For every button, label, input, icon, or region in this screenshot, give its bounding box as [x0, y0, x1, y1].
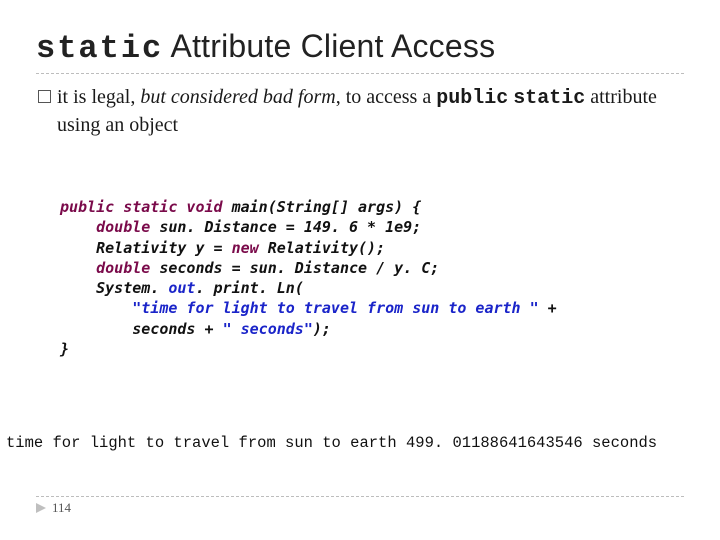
code-block: public static void main(String[] args) {…	[60, 197, 684, 359]
code-l7-b: );	[313, 320, 331, 338]
code-l2-kw: double	[60, 218, 159, 236]
slide-title: static Attribute Client Access	[36, 28, 684, 67]
title-keyword: static	[36, 30, 163, 67]
slide: static Attribute Client Access it is leg…	[0, 0, 720, 540]
square-bullet-icon	[38, 90, 51, 103]
bullet-frag-italic: but considered bad form	[140, 86, 335, 108]
code-l3-kw: new	[232, 239, 268, 257]
code-l6-str: "time for light to travel from sun to ea…	[60, 299, 539, 317]
code-l5-b: . print. Ln(	[195, 279, 303, 297]
code-l8: }	[60, 340, 69, 358]
program-output: time for light to travel from sun to ear…	[0, 434, 720, 452]
code-l5-fld: out	[168, 279, 195, 297]
page-number-wrap: 114	[36, 500, 71, 516]
code-l1-kw: public static void	[60, 198, 232, 216]
code-l3-c: Relativity();	[268, 239, 385, 257]
code-l5-a: System.	[60, 279, 168, 297]
code-l2-b: sun. Distance = 149. 6 * 1e9;	[159, 218, 421, 236]
title-divider	[36, 73, 684, 74]
bullet-kw-public: public	[436, 87, 508, 110]
bullet-text: it is legal, but considered bad form, to…	[57, 84, 684, 139]
bullet-kw-static: static	[513, 87, 585, 110]
title-rest: Attribute Client Access	[163, 28, 495, 64]
code-l7-str: " seconds"	[223, 320, 313, 338]
code-l4-b: seconds = sun. Distance / y. C;	[159, 259, 439, 277]
bullet-item: it is legal, but considered bad form, to…	[36, 84, 684, 139]
page-number: 114	[52, 500, 71, 516]
code-l7-a: seconds +	[60, 320, 223, 338]
bullet-frag-3: , to access a	[336, 86, 437, 108]
code-l1-b: main(String[] args) {	[232, 198, 422, 216]
footer-divider	[36, 496, 684, 497]
code-l4-kw: double	[60, 259, 159, 277]
play-icon	[36, 503, 46, 513]
code-l6-b: +	[539, 299, 557, 317]
bullet-frag-1: it is legal,	[57, 86, 140, 108]
code-l3-a: Relativity y =	[60, 239, 232, 257]
